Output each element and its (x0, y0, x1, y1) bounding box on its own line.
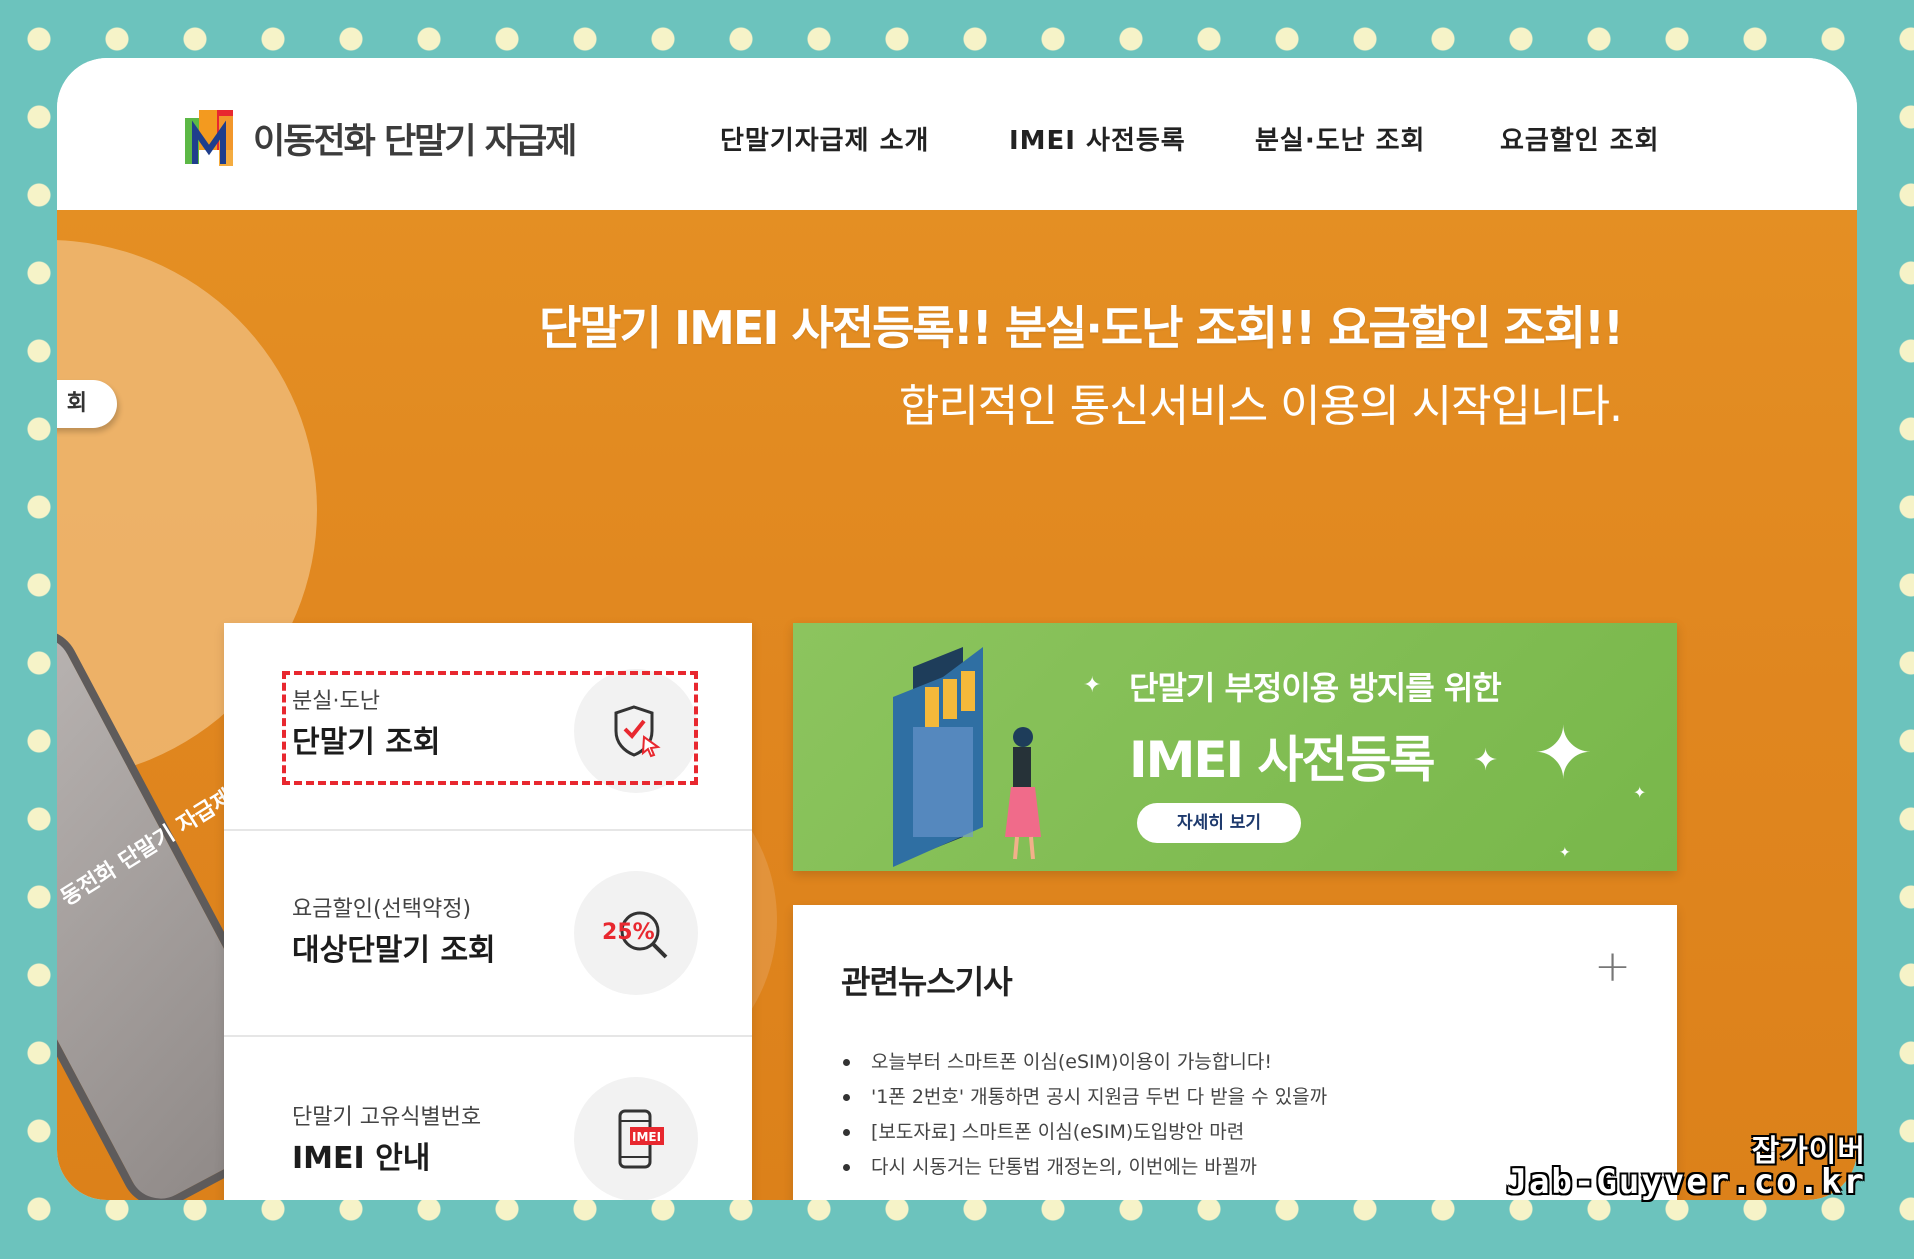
news-title: 관련뉴스기사 (841, 963, 1013, 1001)
card-title: IMEI 안내 (292, 1141, 431, 1176)
news-item[interactable]: [보도자료] 스마트폰 이심(eSIM)도입방안 마련 (841, 1115, 1327, 1150)
news-item[interactable]: '1폰 2번호' 개통하면 공시 지원금 두번 다 받을 수 있을까 (841, 1080, 1327, 1115)
sparkle-icon: ✦ (1559, 845, 1571, 861)
card-lost-device-lookup[interactable]: 분실·도난 단말기 조회 (224, 623, 752, 831)
hero-section: 회 동전화 단말기 자급제 단말기 IMEI 사전등록!! 분실·도난 조회!!… (57, 210, 1857, 1200)
banner-title: IMEI 사전등록 (1129, 731, 1436, 789)
service-card-list: 분실·도난 단말기 조회 요금할인(선택약정) 대상단말기 조회 25% 단말기… (224, 623, 752, 1200)
news-item[interactable]: 다시 시동거는 단통법 개정논의, 이번에는 바뀔까 (841, 1150, 1327, 1185)
icon-circle: IMEI (574, 1077, 698, 1200)
nav-lost-stolen[interactable]: 분실·도난 조회 (1255, 120, 1425, 157)
site-header: 이동전화 단말기 자급제 단말기자급제 소개 IMEI 사전등록 분실·도난 조… (57, 58, 1857, 210)
site-logo-title[interactable]: 이동전화 단말기 자급제 (253, 113, 577, 164)
banner-subtitle: 단말기 부정이용 방지를 위한 (1129, 669, 1502, 707)
card-imei-guide[interactable]: 단말기 고유식별번호 IMEI 안내 IMEI (224, 1035, 752, 1200)
banner-more-button[interactable]: 자세히 보기 (1137, 803, 1301, 843)
imei-icon-text: IMEI (632, 1130, 661, 1144)
hero-subtitle: 합리적인 통신서비스 이용의 시작입니다. (898, 381, 1623, 432)
card-subtitle: 단말기 고유식별번호 (292, 1105, 482, 1130)
watermark-url: Jab-Guyver.co.kr (1506, 1162, 1866, 1202)
icon-circle: 25% (574, 871, 698, 995)
nav-discount[interactable]: 요금할인 조회 (1500, 120, 1660, 157)
card-subtitle: 요금할인(선택약정) (292, 897, 472, 922)
nav-intro[interactable]: 단말기자급제 소개 (720, 120, 929, 157)
card-title: 대상단말기 조회 (292, 933, 496, 968)
news-panel: 관련뉴스기사 + 오늘부터 스마트폰 이심(eSIM)이용이 가능합니다! '1… (793, 905, 1677, 1200)
phone-imei-icon: IMEI (618, 1109, 664, 1169)
sim-card-illustration (893, 647, 1041, 867)
percent-search-icon: 25% (602, 911, 668, 959)
logo-icon[interactable] (185, 110, 245, 168)
news-item[interactable]: 오늘부터 스마트폰 이심(eSIM)이용이 가능합니다! (841, 1045, 1327, 1080)
sparkle-icon: ✦ (1633, 783, 1647, 802)
nav-imei-register[interactable]: IMEI 사전등록 (1009, 120, 1186, 157)
browser-frame: 이동전화 단말기 자급제 단말기자급제 소개 IMEI 사전등록 분실·도난 조… (57, 58, 1857, 1200)
percent-icon-text: 25% (602, 920, 655, 945)
highlight-box (282, 671, 698, 785)
sparkle-icon: ✦ (1083, 673, 1102, 698)
imei-register-banner[interactable]: ✦ ✦ ✦ ✦ ✦ 단말기 부정이용 방지를 위한 IMEI 사전등록 자세히 … (793, 623, 1677, 871)
side-pill-button[interactable]: 회 (57, 380, 117, 428)
news-more-plus-icon[interactable]: + (1594, 945, 1631, 989)
news-list: 오늘부터 스마트폰 이심(eSIM)이용이 가능합니다! '1폰 2번호' 개통… (841, 1045, 1327, 1185)
hero-title: 단말기 IMEI 사전등록!! 분실·도난 조회!! 요금할인 조회!! (539, 301, 1624, 355)
card-discount-device-lookup[interactable]: 요금할인(선택약정) 대상단말기 조회 25% (224, 829, 752, 1037)
sparkle-icon: ✦ (1533, 711, 1594, 795)
sparkle-icon: ✦ (1473, 743, 1499, 778)
